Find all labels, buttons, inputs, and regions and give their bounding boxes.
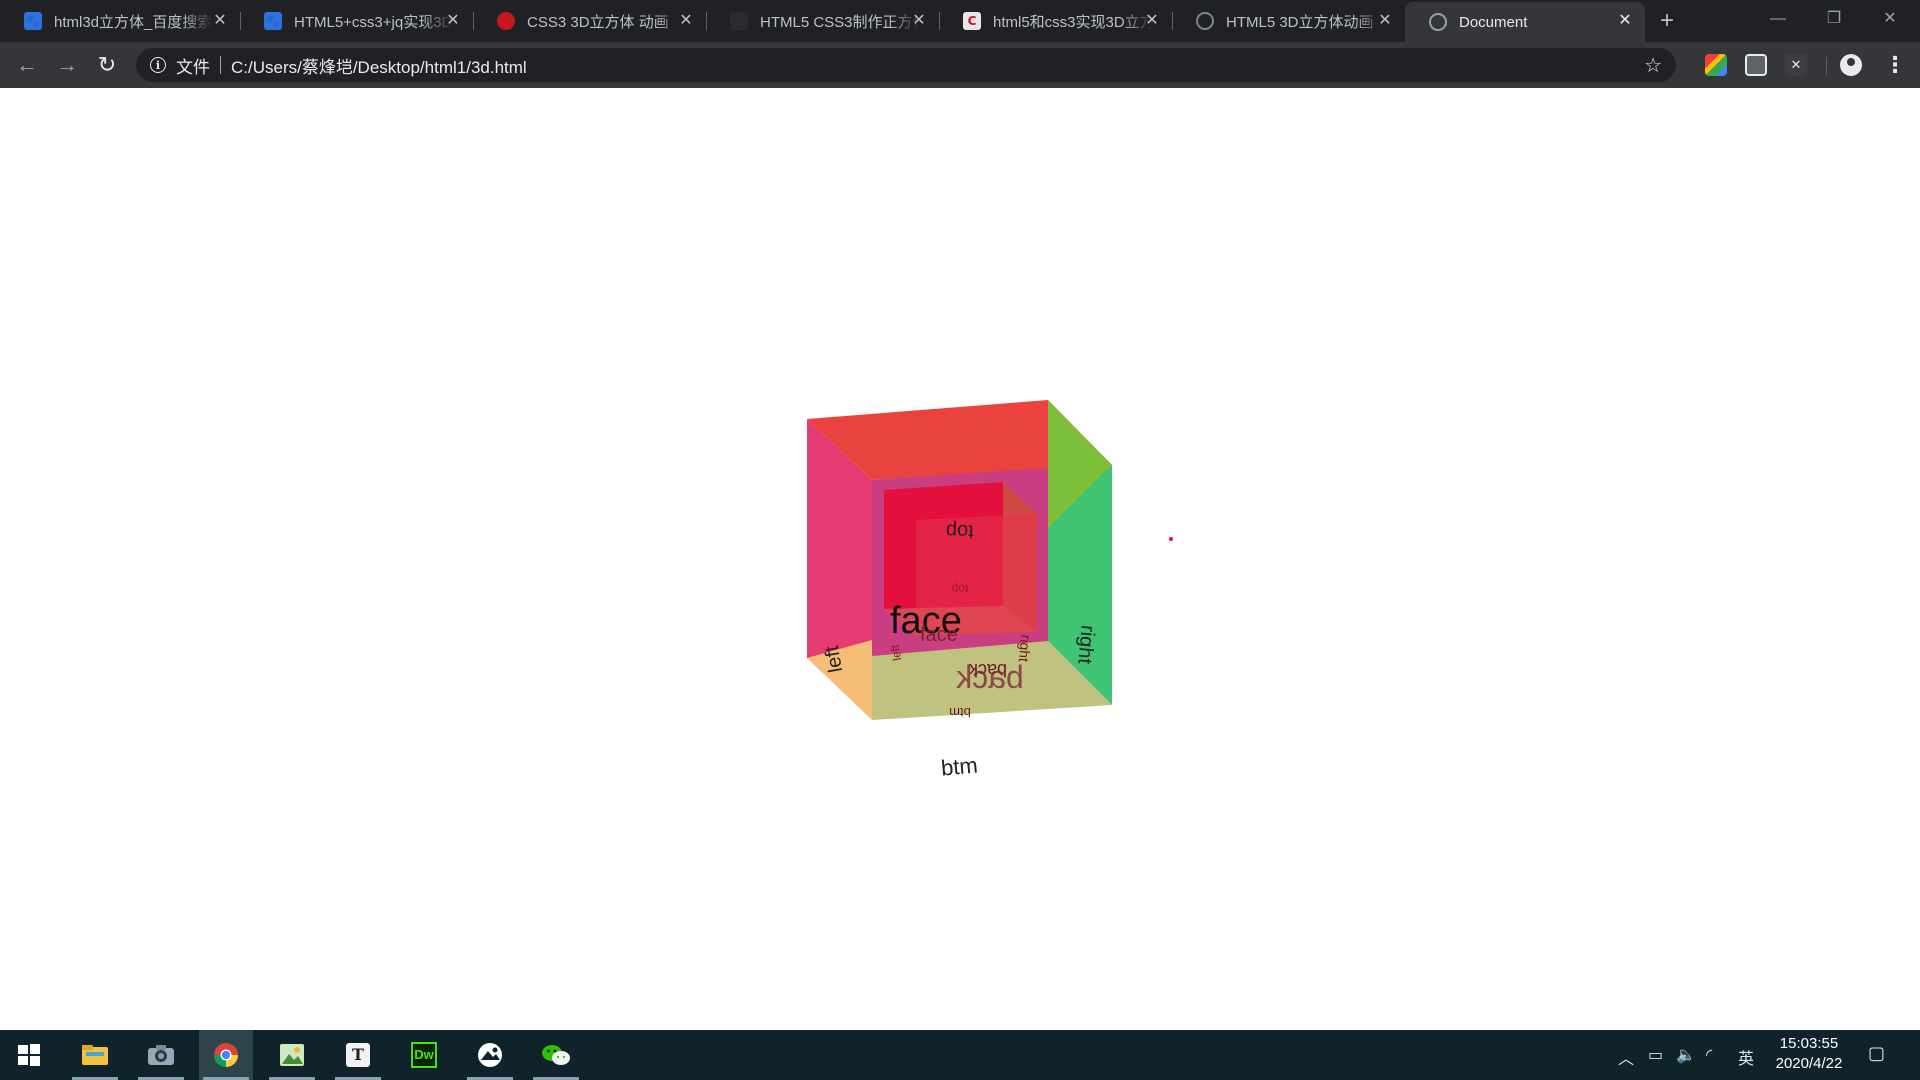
baidu-paw-icon: 🐾 (264, 12, 282, 30)
outer-right-label: right (1073, 624, 1098, 665)
red-blob-icon (497, 12, 515, 30)
tab-3[interactable]: CSS3 3D立方体 动画 ✕ (473, 0, 707, 42)
file-explorer-icon (82, 1045, 108, 1065)
taskbar-dreamweaver[interactable]: Dw (397, 1030, 451, 1080)
inner-back-label: back (955, 659, 1024, 695)
taskbar-file-explorer[interactable] (68, 1030, 122, 1080)
restore-icon[interactable]: ❐ (1806, 0, 1862, 42)
bookmark-star-icon[interactable]: ☆ (1644, 53, 1662, 78)
extension-color-icon[interactable] (1705, 54, 1727, 76)
tab-1[interactable]: 🐾 html3d立方体_百度搜索 ✕ (0, 0, 241, 42)
photos-icon (478, 1043, 502, 1067)
typora-icon: T (346, 1043, 370, 1067)
taskbar-wechat[interactable] (529, 1030, 583, 1080)
back-arrow-icon[interactable]: ← (12, 50, 42, 80)
tab-title: HTML5 CSS3制作正方体 (760, 13, 920, 31)
inner-face-small-label: face (920, 624, 958, 646)
clock-date: 2020/4/22 (1775, 1055, 1843, 1072)
csdn-c-icon: C (963, 12, 981, 30)
close-icon[interactable]: ✕ (1142, 11, 1162, 31)
cursor-dot (1169, 537, 1173, 541)
tab-strip: 🐾 html3d立方体_百度搜索 ✕ 🐾 HTML5+css3+jq实现3D ✕… (0, 0, 1920, 42)
tab-title: HTML5 3D立方体动画 (1226, 13, 1374, 31)
taskbar-chrome[interactable] (199, 1030, 253, 1080)
toolbar-divider (1826, 57, 1827, 75)
tab-title: Document (1459, 13, 1528, 31)
globe-icon (1196, 12, 1214, 30)
extension-glasses-icon[interactable] (1745, 54, 1767, 76)
clock-time: 15:03:55 (1779, 1035, 1839, 1052)
new-tab-button[interactable]: + (1652, 6, 1682, 36)
close-icon[interactable]: ✕ (676, 11, 696, 31)
tab-4[interactable]: HTML5 CSS3制作正方体 ✕ (706, 0, 940, 42)
outer-left-label: left (821, 644, 847, 675)
extension-x-icon[interactable]: ✕ (1785, 54, 1807, 76)
inner-left-label: left (888, 643, 905, 662)
forward-arrow-icon[interactable]: → (52, 50, 82, 80)
action-center-icon[interactable]: ▢ (1868, 1043, 1885, 1064)
tab-title: html3d立方体_百度搜索 (54, 13, 213, 31)
info-icon[interactable]: i (150, 57, 166, 73)
more-menu-icon[interactable]: ⋮ (1884, 50, 1906, 80)
inner-btm-label: btm (949, 705, 971, 720)
profile-avatar-icon[interactable] (1840, 54, 1862, 76)
chevron-up-icon[interactable]: ︿ (1618, 1045, 1634, 1069)
url-text[interactable]: C:/Users/蔡烽垲/Desktop/html1/3d.html (231, 53, 527, 78)
windows-taskbar: T Dw ︿ ▭ 🔈 ◜ 英 15:03:55 2020/4/22 ▢ (0, 1030, 1920, 1080)
outer-top-label: top (946, 520, 975, 543)
close-icon[interactable]: ✕ (1375, 11, 1395, 31)
wechat-icon (542, 1045, 570, 1065)
tab-title: html5和css3实现3D立方体 (993, 13, 1153, 31)
chrome-icon (214, 1043, 238, 1068)
reload-icon[interactable]: ↻ (92, 50, 122, 80)
close-icon[interactable]: ✕ (443, 11, 463, 31)
close-icon[interactable]: ✕ (210, 11, 230, 31)
minimize-icon[interactable]: — (1750, 0, 1806, 42)
network-icon[interactable]: ◜ (1706, 1045, 1712, 1065)
tab-6[interactable]: HTML5 3D立方体动画 ✕ (1172, 0, 1405, 42)
tab-title: CSS3 3D立方体 动画 (527, 13, 669, 31)
dreamweaver-icon: Dw (411, 1042, 437, 1068)
taskbar-camera[interactable] (134, 1030, 188, 1080)
start-button[interactable] (2, 1030, 56, 1080)
page-viewport: top btm left right top face face left ri… (0, 88, 1920, 1030)
tab-2[interactable]: 🐾 HTML5+css3+jq实现3D ✕ (240, 0, 474, 42)
chip-divider (220, 56, 221, 74)
windows-logo-icon (18, 1044, 40, 1066)
address-bar[interactable]: i 文件 C:/Users/蔡烽垲/Desktop/html1/3d.html … (136, 48, 1676, 82)
image-viewer-icon (280, 1044, 304, 1066)
globe-icon (1429, 13, 1447, 31)
dark-site-icon (730, 12, 748, 30)
outer-btm-label: btm (940, 752, 979, 780)
volume-icon[interactable]: 🔈 (1676, 1045, 1696, 1065)
close-icon[interactable]: ✕ (1615, 11, 1635, 31)
taskbar-typora[interactable]: T (331, 1030, 385, 1080)
battery-icon[interactable]: ▭ (1648, 1045, 1663, 1065)
system-clock[interactable]: 15:03:55 2020/4/22 (1766, 1034, 1852, 1074)
taskbar-image-viewer[interactable] (265, 1030, 319, 1080)
tab-document[interactable]: Document ✕ (1405, 2, 1645, 42)
inner-top-label: top (951, 582, 968, 596)
ime-indicator[interactable]: 英 (1738, 1045, 1754, 1069)
tab-5[interactable]: C html5和css3实现3D立方体 ✕ (939, 0, 1173, 42)
baidu-paw-icon: 🐾 (24, 12, 42, 30)
cube-scene: top btm left right top face face left ri… (807, 400, 1173, 781)
window-close-icon[interactable]: ✕ (1862, 0, 1918, 42)
camera-icon (148, 1045, 174, 1065)
browser-toolbar: ← → ↻ i 文件 C:/Users/蔡烽垲/Desktop/html1/3d… (0, 42, 1920, 88)
taskbar-photos[interactable] (463, 1030, 517, 1080)
close-icon[interactable]: ✕ (909, 11, 929, 31)
tab-title: HTML5+css3+jq实现3D (294, 13, 453, 31)
file-chip: 文件 (176, 57, 210, 77)
